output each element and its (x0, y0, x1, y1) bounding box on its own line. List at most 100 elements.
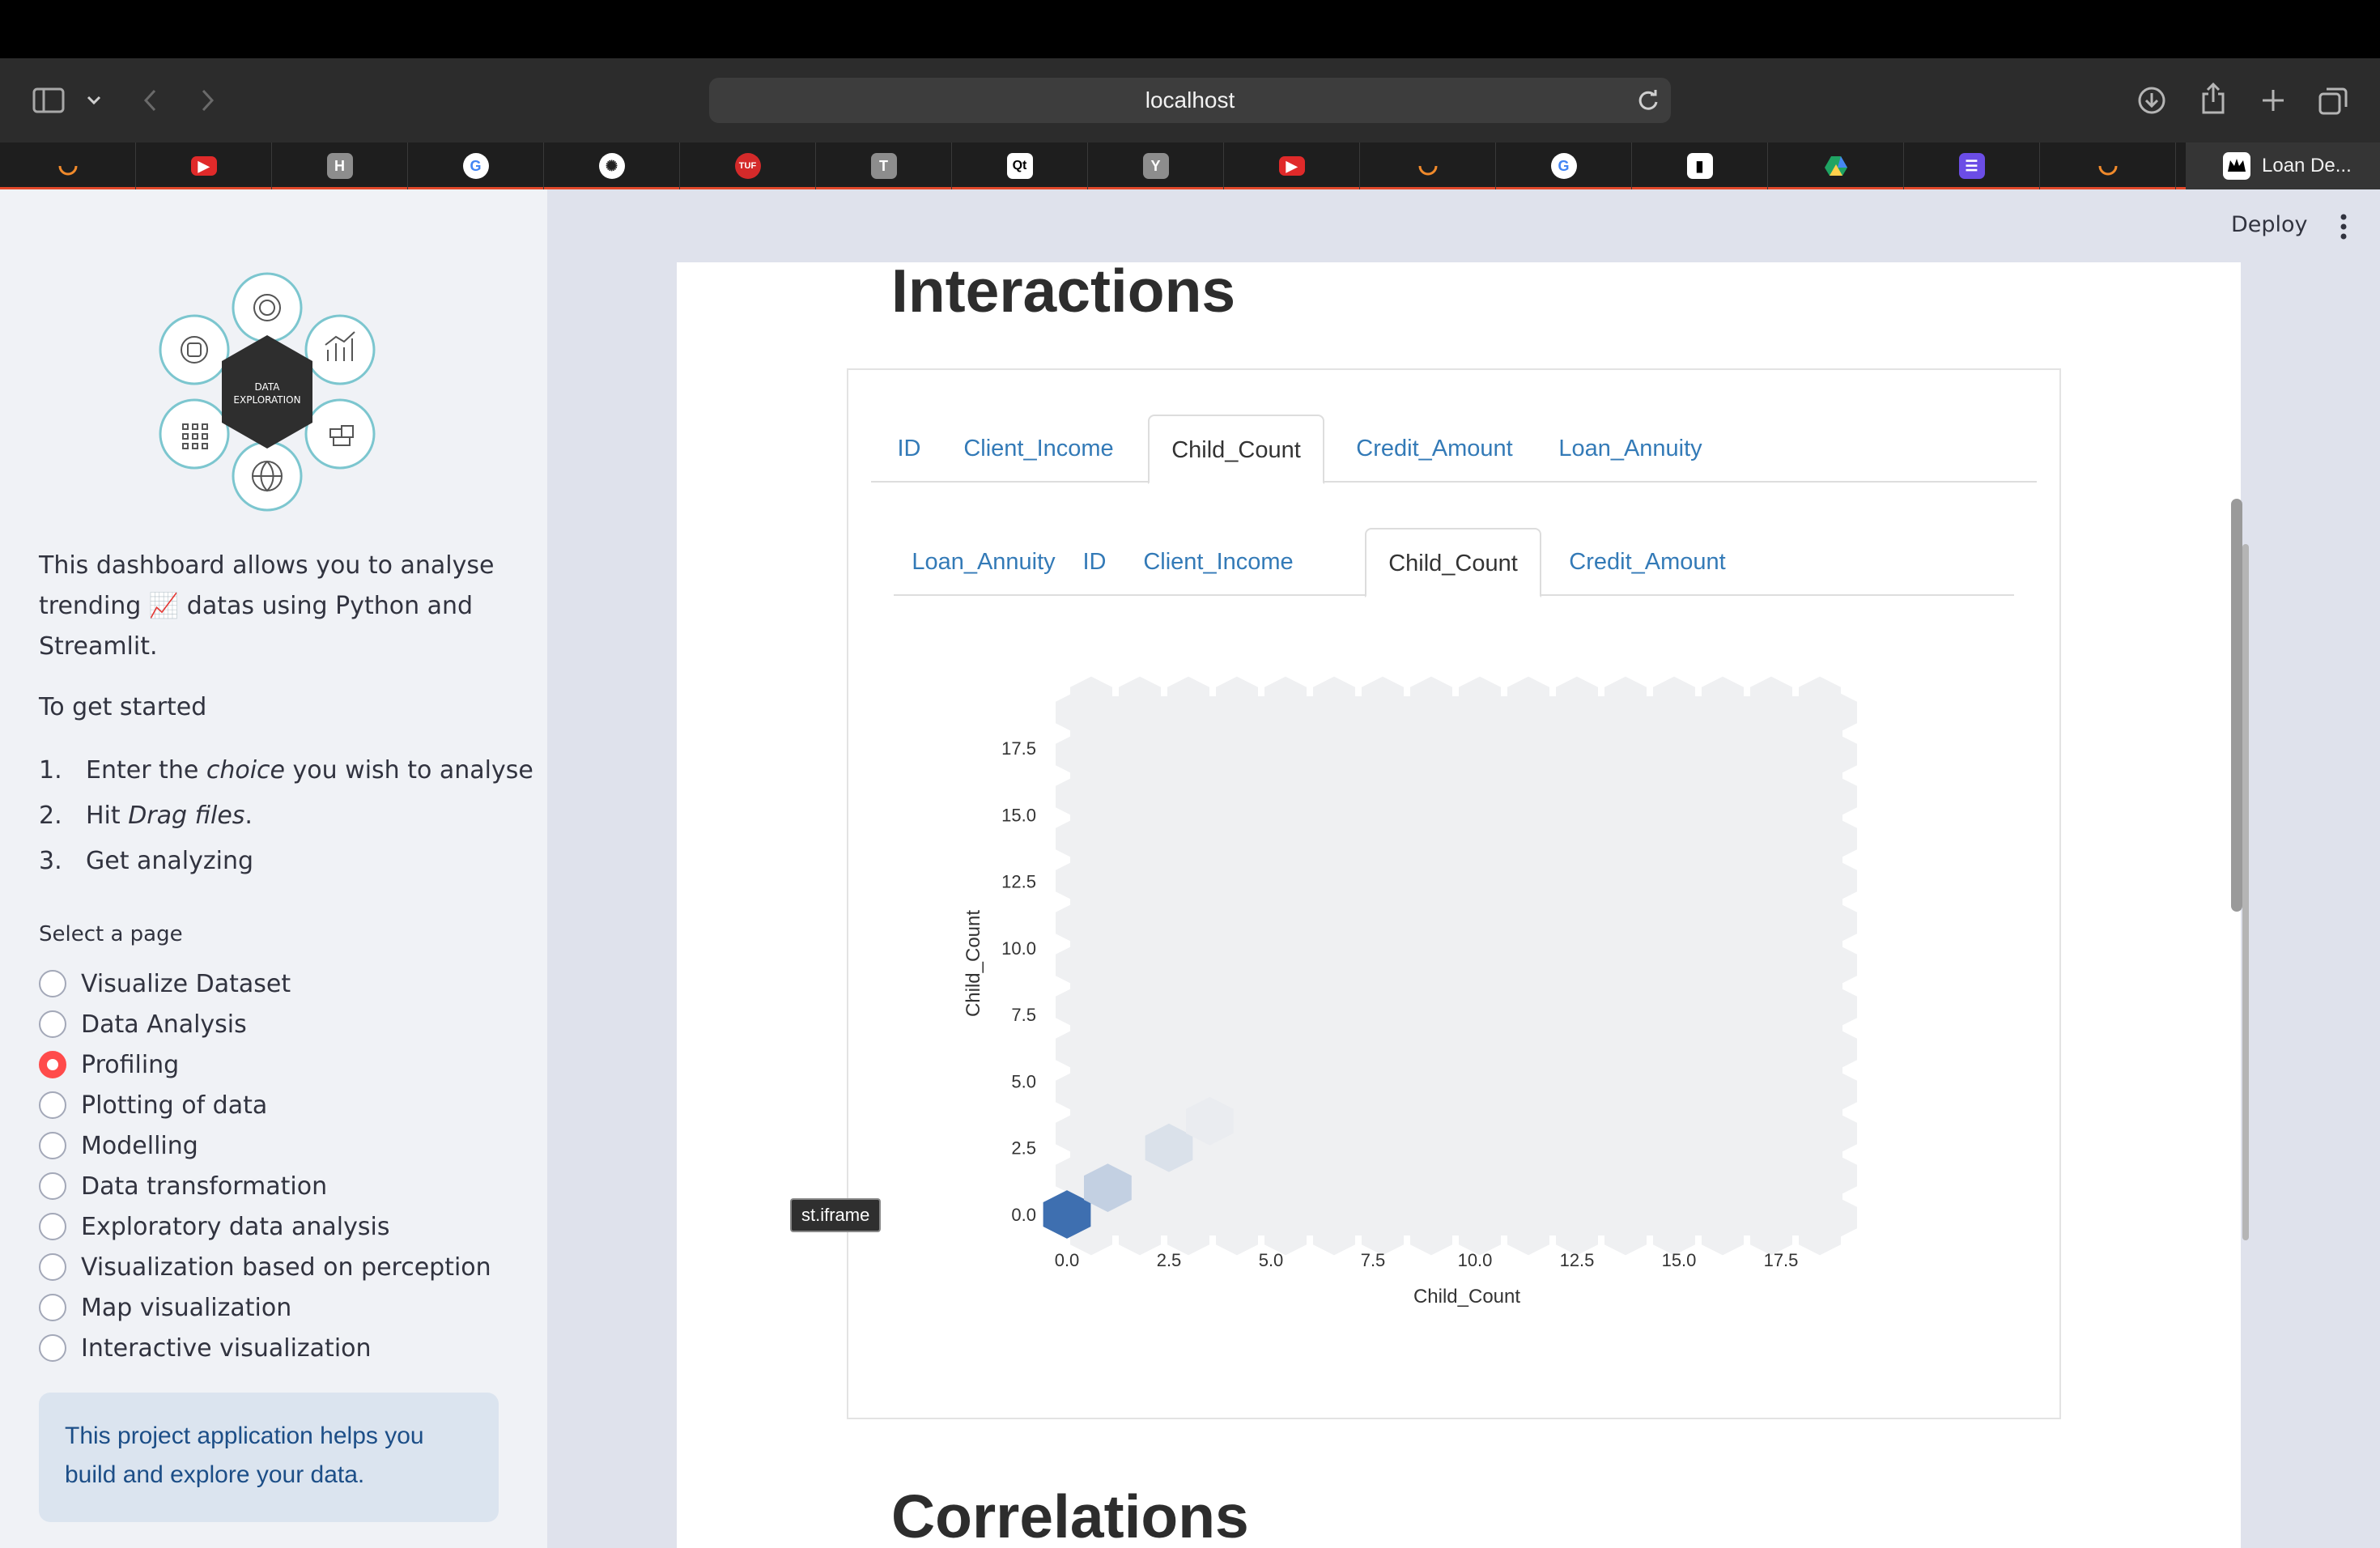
tab[interactable]: ✺ (544, 142, 680, 189)
x-tick-label: 10.0 (1458, 1250, 1493, 1270)
tab-client-income[interactable]: Client_Income (1135, 528, 1302, 596)
openai-icon: ✺ (598, 153, 625, 179)
intro-line-2: trending 📈 datas using Python and (39, 586, 494, 627)
y-tick-label: 12.5 (1001, 872, 1036, 892)
tab[interactable] (1360, 142, 1496, 189)
x-tick-label: 7.5 (1361, 1250, 1386, 1270)
google-icon: G (462, 153, 489, 179)
tab[interactable]: TUF (680, 142, 816, 189)
radio-circle[interactable] (39, 1132, 66, 1159)
tab-credit-amount[interactable]: Credit_Amount (1342, 415, 1527, 483)
data-exploration-logo: DATA EXPLORATION (159, 272, 376, 512)
radio-label: Data transformation (81, 1172, 328, 1201)
main-scrollbar[interactable] (2231, 499, 2242, 912)
radio-profiling[interactable]: Profiling (39, 1044, 179, 1085)
outer-tab-row: ID Client_Income Child_Count Credit_Amou… (871, 415, 2037, 484)
step-emphasis: Drag files (128, 802, 245, 830)
step-emphasis: choice (206, 756, 285, 785)
back-icon[interactable] (134, 84, 167, 117)
y-tick-label: 5.0 (1011, 1071, 1036, 1091)
tab[interactable]: G (1496, 142, 1632, 189)
step-text: Get analyzing (86, 847, 254, 875)
tab-id[interactable]: ID (887, 415, 931, 483)
radio-interactive-visualization[interactable]: Interactive visualization (39, 1328, 372, 1368)
radio-plotting-of-data[interactable]: Plotting of data (39, 1085, 267, 1125)
tab-client-income[interactable]: Client_Income (955, 415, 1122, 483)
tab[interactable] (0, 142, 136, 189)
page-scrollbar[interactable] (2242, 544, 2249, 1240)
steps-list: 1. Enter the choice you wish to analyse 2… (39, 756, 533, 892)
tab[interactable]: ▮ (1632, 142, 1768, 189)
tab-child-count[interactable]: Child_Count (1148, 415, 1324, 484)
forward-icon[interactable] (191, 84, 223, 117)
step-text: Enter the (86, 756, 206, 785)
address-bar[interactable]: localhost (709, 78, 1671, 123)
more-menu-icon[interactable] (2335, 212, 2352, 241)
radio-label: Data Analysis (81, 1010, 247, 1039)
step-text: Hit (86, 802, 129, 830)
tab-loan-annuity[interactable]: Loan_Annuity (908, 528, 1059, 596)
radio-circle[interactable] (39, 1172, 66, 1200)
tab[interactable]: G (408, 142, 544, 189)
y-tick-label: 0.0 (1011, 1205, 1036, 1225)
radio-circle[interactable] (39, 1294, 66, 1321)
tab-active[interactable]: Loan De... (2186, 142, 2380, 189)
tab-overview-icon[interactable] (2315, 83, 2351, 118)
radio-circle[interactable] (39, 970, 66, 997)
tab[interactable]: H (272, 142, 408, 189)
tab-loan-annuity[interactable]: Loan_Annuity (1551, 415, 1710, 483)
radio-visualization-perception[interactable]: Visualization based on perception (39, 1247, 491, 1287)
share-icon[interactable] (2195, 79, 2231, 118)
deploy-button[interactable]: Deploy (2231, 212, 2308, 237)
radio-label: Exploratory data analysis (81, 1212, 390, 1241)
tab[interactable] (2040, 142, 2176, 189)
step-3: 3. Get analyzing (39, 847, 533, 892)
step-1: 1. Enter the choice you wish to analyse (39, 756, 533, 802)
intro-line-2b: datas using Python and (179, 592, 474, 620)
intro-line-2a: trending (39, 592, 149, 620)
tab[interactable]: Y (1088, 142, 1224, 189)
tab[interactable]: T (816, 142, 952, 189)
tab[interactable]: ☰ (1904, 142, 2040, 189)
radio-map-visualization[interactable]: Map visualization (39, 1287, 291, 1328)
tab[interactable]: Qt (952, 142, 1088, 189)
radio-exploratory-data-analysis[interactable]: Exploratory data analysis (39, 1206, 389, 1247)
radio-label: Visualize Dataset (81, 969, 291, 998)
radio-label: Interactive visualization (81, 1333, 372, 1363)
radio-circle[interactable] (39, 1253, 66, 1281)
tab[interactable] (1768, 142, 1904, 189)
info-line-1: This project application helps you (65, 1423, 424, 1449)
browser-toolbar: localhost (0, 58, 2380, 142)
info-box: This project application helps you build… (39, 1393, 499, 1522)
step-number: 2. (39, 802, 62, 830)
y-tick-label: 15.0 (1001, 805, 1036, 825)
sidebar-toggle-icon[interactable] (29, 81, 68, 120)
tab-id[interactable]: ID (1072, 528, 1117, 596)
radio-circle[interactable] (39, 1334, 66, 1362)
logo-text-line1: DATA (255, 381, 281, 393)
radio-visualize-dataset[interactable]: Visualize Dataset (39, 963, 291, 1004)
radio-data-analysis[interactable]: Data Analysis (39, 1004, 247, 1044)
radio-circle[interactable] (39, 1091, 66, 1119)
download-icon[interactable] (2134, 83, 2170, 118)
intro-line-1: This dashboard allows you to analyse (39, 551, 495, 580)
iframe-tooltip: st.iframe (790, 1198, 882, 1232)
arc-icon (2095, 153, 2121, 179)
tab[interactable]: ▶ (1224, 142, 1360, 189)
radio-data-transformation[interactable]: Data transformation (39, 1166, 327, 1206)
tab-child-count[interactable]: Child_Count (1365, 528, 1541, 598)
x-tick-label: 17.5 (1764, 1250, 1799, 1270)
chevron-down-icon[interactable] (81, 87, 107, 113)
tab-credit-amount[interactable]: Credit_Amount (1558, 528, 1737, 596)
radio-circle-selected[interactable] (39, 1051, 66, 1078)
radio-circle[interactable] (39, 1213, 66, 1240)
radio-circle[interactable] (39, 1010, 66, 1038)
radio-label: Profiling (81, 1050, 180, 1079)
reload-icon[interactable] (1635, 87, 1661, 113)
radio-label: Visualization based on perception (81, 1252, 491, 1282)
tab[interactable]: ▶ (136, 142, 272, 189)
t-icon: T (870, 153, 897, 179)
new-tab-icon[interactable] (2255, 83, 2291, 118)
radio-modelling[interactable]: Modelling (39, 1125, 198, 1166)
y-tick-label: 10.0 (1001, 938, 1036, 959)
